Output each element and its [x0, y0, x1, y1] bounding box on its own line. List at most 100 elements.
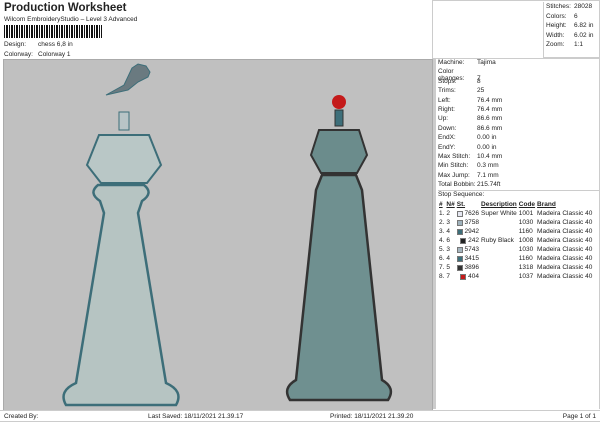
- column-header: Code: [518, 201, 536, 209]
- summary-value: 6.82 in: [574, 22, 594, 29]
- stitch-count: 2942: [464, 228, 480, 236]
- color-swatch: [456, 246, 463, 253]
- machine-row: EndY: 0.00 in: [438, 144, 599, 153]
- thread-code: 1037: [518, 273, 534, 281]
- thread-code: 1030: [518, 219, 534, 227]
- machine-row: Left: 76.4 mm: [438, 97, 599, 106]
- description: [480, 272, 518, 281]
- summary-row: Width: 6.02 in: [546, 32, 597, 42]
- needle-number: 2: [446, 210, 451, 218]
- design-value: chess 6,8 in: [38, 41, 73, 48]
- brand: Madeira Classic 40: [537, 246, 593, 254]
- machine-label: Total Bobbin:: [438, 181, 476, 189]
- machine-value: 76.4 mm: [477, 105, 503, 113]
- summary-row: Colors: 6: [546, 13, 597, 23]
- summary-row: Stitches: 28028: [546, 3, 597, 13]
- colorway-row: Colorway: Colorway 1: [4, 51, 71, 58]
- machine-label: Trims:: [438, 87, 456, 95]
- table-row: 1. 2 7626 Super White 1001 Madeira Classic 4…: [438, 209, 593, 218]
- description: [480, 245, 518, 254]
- row-index: 8.: [439, 273, 445, 281]
- machine-row: Color changes: 7: [438, 68, 599, 82]
- brand: Madeira Classic 40: [537, 255, 593, 263]
- row-index: 4.: [439, 237, 445, 245]
- brand: Madeira Classic 40: [537, 264, 593, 272]
- thread-code: 1008: [518, 237, 534, 245]
- stitch-count: 242: [468, 237, 480, 245]
- color-swatch: [456, 264, 463, 271]
- column-header: Description: [481, 201, 517, 209]
- summary-panel: Stitches: 28028 Colors: 6 Height: 6.82 in Widt…: [543, 2, 599, 58]
- summary-value: 6: [574, 12, 578, 20]
- description: [480, 254, 518, 263]
- page-number: Page 1 of 1: [562, 413, 596, 420]
- summary-label: Height:: [546, 22, 567, 29]
- barcode: [4, 25, 102, 38]
- color-swatch: [456, 210, 463, 217]
- machine-row: EndX: 0.00 in: [438, 134, 599, 143]
- machine-row: Min Stitch: 0.3 mm: [438, 162, 599, 171]
- needle-number: 6: [446, 237, 451, 245]
- white-king-piece: [62, 63, 180, 407]
- machine-row: Trims: 25: [438, 87, 599, 96]
- row-index: 1.: [439, 210, 445, 218]
- brand: Madeira Classic 40: [537, 219, 593, 227]
- stitch-count: 5743: [464, 246, 480, 254]
- machine-label: EndY:: [438, 143, 456, 151]
- brand: Madeira Classic 40: [537, 237, 593, 245]
- machine-row: Total Bobbin:215.74ft: [438, 181, 599, 190]
- machine-value: 7.1 mm: [477, 171, 499, 179]
- machine-row: Up: 86.6 mm: [438, 115, 599, 124]
- column-header: N#: [446, 201, 455, 209]
- column-header: St.: [456, 201, 466, 209]
- summary-value: 28028: [574, 3, 593, 10]
- machine-label: Max Jump:: [438, 171, 470, 179]
- stitch-count: 3415: [464, 255, 480, 263]
- software-label: Wilcom EmbroideryStudio – Level 3 Advanc…: [4, 16, 138, 23]
- machine-value: 0.3 mm: [477, 162, 499, 170]
- color-swatch: [460, 273, 467, 280]
- summary-label: Colors:: [546, 12, 567, 20]
- summary-row: Height: 6.82 in: [546, 22, 597, 32]
- stitch-count: 3896: [464, 264, 480, 272]
- thread-code: 1318: [518, 264, 534, 272]
- black-king-piece: [285, 95, 393, 402]
- machine-value: 76.4 mm: [477, 96, 503, 104]
- needle-number: 3: [446, 246, 451, 254]
- thread-code: 1160: [518, 255, 533, 263]
- machine-value: 10.4 mm: [477, 152, 503, 160]
- color-swatch: [456, 228, 463, 235]
- color-swatch: [460, 237, 467, 244]
- stop-sequence-title: Stop Sequence:: [438, 190, 599, 199]
- table-row: 4. 6 242 Ruby Black 1008 Madeira Classic 40: [438, 236, 593, 245]
- machine-value: Tajima: [477, 59, 496, 66]
- machine-value: 8: [477, 77, 481, 85]
- machine-row: Right: 76.4 mm: [438, 106, 599, 115]
- last-saved: Last Saved: 18/11/2021 21.39.17: [148, 413, 244, 420]
- brand: Madeira Classic 40: [537, 210, 593, 218]
- summary-label: Stitches:: [546, 3, 571, 10]
- design-label: Design:: [4, 41, 27, 48]
- column-header: Brand: [537, 201, 556, 209]
- table-row: 7. 5 3896 1318 Madeira Classic 40: [438, 263, 593, 272]
- page-title: Production Worksheet: [4, 2, 127, 14]
- description: [480, 218, 518, 227]
- table-row: 3. 4 2942 1160 Madeira Classic 40: [438, 227, 593, 236]
- machine-label: Down:: [438, 124, 457, 132]
- chess-pieces-image: [62, 63, 393, 407]
- machine-label: Left:: [438, 96, 451, 104]
- machine-label: Machine:: [438, 59, 465, 66]
- thread-code: 1030: [518, 246, 534, 254]
- summary-label: Width:: [546, 31, 565, 39]
- brand: Madeira Classic 40: [537, 273, 593, 281]
- needle-number: 4: [446, 228, 451, 236]
- summary-value: 6.02 in: [574, 31, 594, 39]
- description: Ruby Black: [481, 237, 514, 245]
- needle-number: 7: [446, 273, 451, 281]
- table-row: 8. 7 404 1037 Madeira Classic 40: [438, 272, 593, 281]
- table-row: 6. 4 3415 1160 Madeira Classic 40: [438, 254, 593, 263]
- machine-label: Up:: [438, 115, 449, 123]
- stitch-count: 3758: [464, 219, 480, 227]
- row-index: 6.: [439, 255, 445, 263]
- machine-value: 0.00 in: [477, 143, 497, 151]
